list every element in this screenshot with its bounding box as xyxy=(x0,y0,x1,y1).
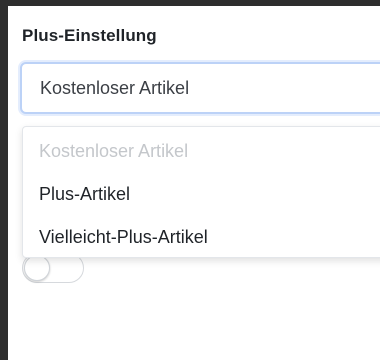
select-current-value: Kostenloser Artikel xyxy=(40,78,190,98)
plus-setting-select[interactable]: Kostenloser Artikel xyxy=(20,62,380,114)
select-dropdown-menu: Kostenloser Artikel Plus-Artikel Viellei… xyxy=(22,126,380,258)
option-free-item: Kostenloser Artikel xyxy=(39,141,189,161)
toggle-knob xyxy=(24,255,50,281)
settings-panel: Plus-Einstellung Kostenloser Artikel Kos… xyxy=(8,0,380,360)
option-maybe-plus-item[interactable]: Vielleicht-Plus-Artikel xyxy=(39,227,208,248)
plus-setting-label: Plus-Einstellung xyxy=(22,26,157,45)
option-plus-item[interactable]: Plus-Artikel xyxy=(39,184,130,205)
